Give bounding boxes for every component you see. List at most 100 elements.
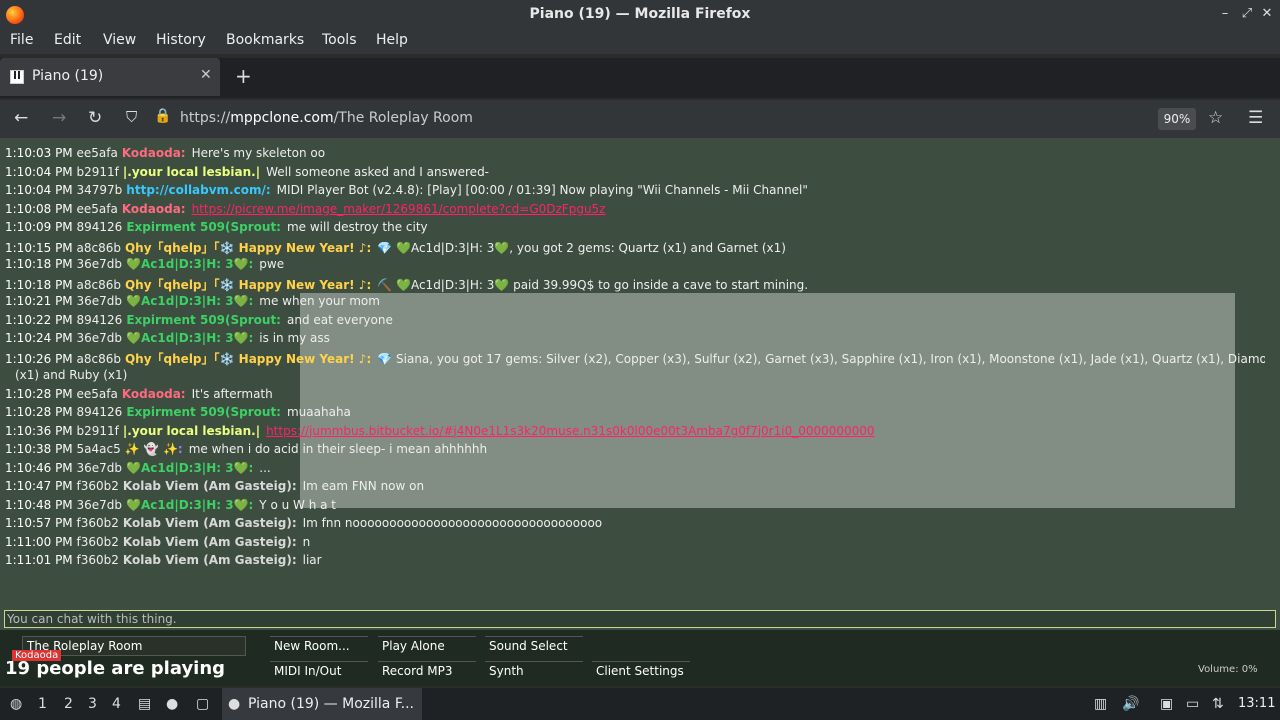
synth-button[interactable]: Synth bbox=[485, 661, 583, 681]
back-icon[interactable]: ← bbox=[14, 108, 28, 128]
chat-text[interactable]: https://jummbus.bitbucket.io/#j4N0e1L1s3… bbox=[266, 424, 874, 438]
chat-time: 1:10:24 PM bbox=[5, 331, 73, 345]
chat-user-name[interactable]: 💚Ac1d|D:3|H: 3💚: bbox=[126, 461, 253, 475]
chat-text: Here's my skeleton oo bbox=[191, 146, 326, 160]
chat-time: 1:10:04 PM bbox=[5, 164, 73, 179]
lock-icon[interactable]: 🔒 bbox=[154, 108, 171, 124]
chat-user-name[interactable]: 💚Ac1d|D:3|H: 3💚: bbox=[126, 294, 253, 308]
chat-time: 1:10:04 PM bbox=[5, 183, 73, 197]
chat-user-name[interactable]: Expirment 509(Sprout: bbox=[126, 220, 281, 234]
chat-time: 1:10:22 PM bbox=[5, 312, 73, 327]
chat-user-name[interactable]: Kodaoda: bbox=[122, 387, 186, 401]
shield-icon[interactable]: ⛉ bbox=[126, 108, 137, 126]
workspace-4[interactable]: 4 bbox=[112, 696, 121, 712]
sound-select-button[interactable]: Sound Select bbox=[485, 636, 583, 656]
chat-user-name[interactable]: 💚Ac1d|D:3|H: 3💚: bbox=[126, 498, 253, 512]
chat-user-name[interactable]: |.your local lesbian.| bbox=[123, 424, 260, 438]
bookmark-star-icon[interactable]: ☆ bbox=[1208, 108, 1223, 128]
workspace-1[interactable]: 1 bbox=[38, 696, 47, 712]
clipboard-icon[interactable]: ▣ bbox=[1160, 696, 1173, 712]
chat-user-id: 894126 bbox=[76, 312, 123, 327]
chat-user-name[interactable]: Kolab Viem (Am Gasteig): bbox=[123, 553, 297, 567]
workspace-2[interactable]: 2 bbox=[64, 696, 73, 712]
chat-user-name[interactable]: 💚Ac1d|D:3|H: 3💚: bbox=[126, 331, 253, 345]
terminal-icon[interactable]: ▢ bbox=[196, 696, 209, 712]
chat-user-name[interactable]: Kodaoda: bbox=[122, 146, 186, 160]
taskbar-firefox-window[interactable]: ● Piano (19) — Mozilla F... bbox=[222, 688, 422, 720]
chat-user-id: b2911f bbox=[76, 423, 119, 438]
chat-text: Im eam FNN now on bbox=[302, 479, 425, 493]
network-icon[interactable]: ⇅ bbox=[1212, 696, 1224, 712]
chat-text: ⛏️ 💚Ac1d|D:3|H: 3💚 paid 39.99Q$ to go in… bbox=[377, 277, 809, 292]
chat-user-id: b2911f bbox=[76, 164, 119, 179]
menu-view[interactable]: View bbox=[103, 32, 136, 48]
chat-text: 💎 💚Ac1d|D:3|H: 3💚, you got 2 gems: Quart… bbox=[377, 240, 786, 255]
menu-tools[interactable]: Tools bbox=[322, 32, 357, 48]
chat-message: 1:10:18 PM 36e7db 💚Ac1d|D:3|H: 3💚: pwe bbox=[5, 257, 284, 271]
chat-message: (x1) and Ruby (x1) bbox=[5, 368, 127, 382]
reload-icon[interactable]: ↻ bbox=[88, 108, 102, 128]
chat-message: 1:10:26 PM a8c86b Qhy「qhelp」「❄️ Happy New… bbox=[5, 350, 1265, 367]
play-alone-button[interactable]: Play Alone bbox=[378, 636, 476, 656]
new-room-button[interactable]: New Room... bbox=[270, 636, 368, 656]
chat-user-name[interactable]: Kolab Viem (Am Gasteig): bbox=[123, 535, 297, 549]
chat-user-name[interactable]: Kodaoda: bbox=[122, 202, 186, 216]
zoom-level[interactable]: 90% bbox=[1158, 108, 1196, 130]
chat-user-name[interactable]: Kolab Viem (Am Gasteig): bbox=[123, 516, 297, 530]
chat-user-name[interactable]: ✨ 👻 ✨: bbox=[125, 442, 183, 456]
chat-user-id: ee5afa bbox=[76, 146, 118, 160]
chat-user-id: f360b2 bbox=[76, 553, 119, 567]
maximize-icon[interactable]: ⤢ bbox=[1238, 6, 1256, 24]
url-bar[interactable]: https://mppclone.com/The Roleplay Room bbox=[180, 110, 473, 126]
chat-message: 1:11:00 PM f360b2 Kolab Viem (Am Gasteig)… bbox=[5, 535, 310, 549]
menu-edit[interactable]: Edit bbox=[54, 32, 81, 48]
user-badge: Kodaoda bbox=[12, 650, 62, 661]
chat-input[interactable]: You can chat with this thing. bbox=[4, 610, 1276, 628]
chat-message: 1:10:15 PM a8c86b Qhy「qhelp」「❄️ Happy New… bbox=[5, 239, 786, 256]
tab-piano[interactable]: Piano (19) ✕ bbox=[0, 58, 220, 96]
new-tab-icon[interactable]: + bbox=[235, 64, 252, 88]
hamburger-menu-icon[interactable]: ☰ bbox=[1248, 108, 1263, 128]
chat-message: 1:10:28 PM ee5afa Kodaoda: It's aftermath bbox=[5, 387, 273, 401]
tray-update-icon[interactable]: ▥ bbox=[1094, 696, 1107, 712]
workspace-3[interactable]: 3 bbox=[88, 696, 97, 712]
record-mp3-button[interactable]: Record MP3 bbox=[378, 661, 476, 681]
minimize-icon[interactable]: – bbox=[1216, 6, 1234, 24]
chat-user-id: 36e7db bbox=[76, 294, 123, 308]
chat-text[interactable]: https://picrew.me/image_maker/1269861/co… bbox=[192, 202, 606, 216]
chat-time: 1:10:03 PM bbox=[5, 146, 73, 160]
chat-message: 1:10:04 PM b2911f |.your local lesbian.| W… bbox=[5, 165, 489, 179]
volume-icon[interactable]: 🔊 bbox=[1122, 696, 1139, 712]
chat-user-name[interactable]: 💚Ac1d|D:3|H: 3💚: bbox=[126, 257, 253, 271]
chat-message: 1:10:22 PM 894126 Expirment 509(Sprout: an… bbox=[5, 313, 393, 327]
menu-bookmarks[interactable]: Bookmarks bbox=[226, 32, 304, 48]
firefox-launcher-icon[interactable]: ● bbox=[166, 696, 178, 712]
midi-button[interactable]: MIDI In/Out bbox=[270, 661, 368, 681]
tab-close-icon[interactable]: ✕ bbox=[200, 67, 212, 83]
chat-message: 1:10:48 PM 36e7db 💚Ac1d|D:3|H: 3💚: Y o u W… bbox=[5, 498, 336, 512]
files-icon[interactable]: ▤ bbox=[138, 696, 151, 712]
start-menu-icon[interactable]: ◍ bbox=[10, 696, 22, 712]
chat-text: ... bbox=[259, 460, 271, 475]
chat-message: 1:10:09 PM 894126 Expirment 509(Sprout: me… bbox=[5, 220, 428, 234]
forward-icon[interactable]: → bbox=[52, 108, 66, 128]
chat-user-name[interactable]: Qhy「qhelp」「❄️ Happy New Year! ♪: bbox=[125, 241, 371, 255]
close-icon[interactable]: ✕ bbox=[1258, 6, 1276, 24]
chat-user-name[interactable]: http://collabvm.com/: bbox=[126, 183, 270, 197]
menu-history[interactable]: History bbox=[156, 32, 206, 48]
chat-user-name[interactable]: Kolab Viem (Am Gasteig): bbox=[123, 479, 297, 493]
chat-user-name[interactable]: |.your local lesbian.| bbox=[123, 165, 260, 179]
chat-user-name[interactable]: Qhy「qhelp」「❄️ Happy New Year! ♪: bbox=[125, 352, 371, 366]
display-icon[interactable]: ▭ bbox=[1186, 696, 1199, 712]
chat-user-name[interactable]: Expirment 509(Sprout: bbox=[126, 405, 281, 419]
chat-message: 1:10:24 PM 36e7db 💚Ac1d|D:3|H: 3💚: is in m… bbox=[5, 331, 330, 345]
chat-user-id: 36e7db bbox=[76, 497, 123, 512]
menu-help[interactable]: Help bbox=[376, 32, 408, 48]
chat-time: 1:11:01 PM bbox=[5, 553, 73, 567]
menu-file[interactable]: File bbox=[10, 32, 33, 48]
chat-text: liar bbox=[302, 553, 322, 567]
window-title: Piano (19) — Mozilla Firefox bbox=[529, 6, 751, 22]
client-settings-button[interactable]: Client Settings bbox=[592, 661, 690, 681]
chat-user-name[interactable]: Expirment 509(Sprout: bbox=[126, 313, 281, 327]
chat-user-name[interactable]: Qhy「qhelp」「❄️ Happy New Year! ♪: bbox=[125, 278, 371, 292]
